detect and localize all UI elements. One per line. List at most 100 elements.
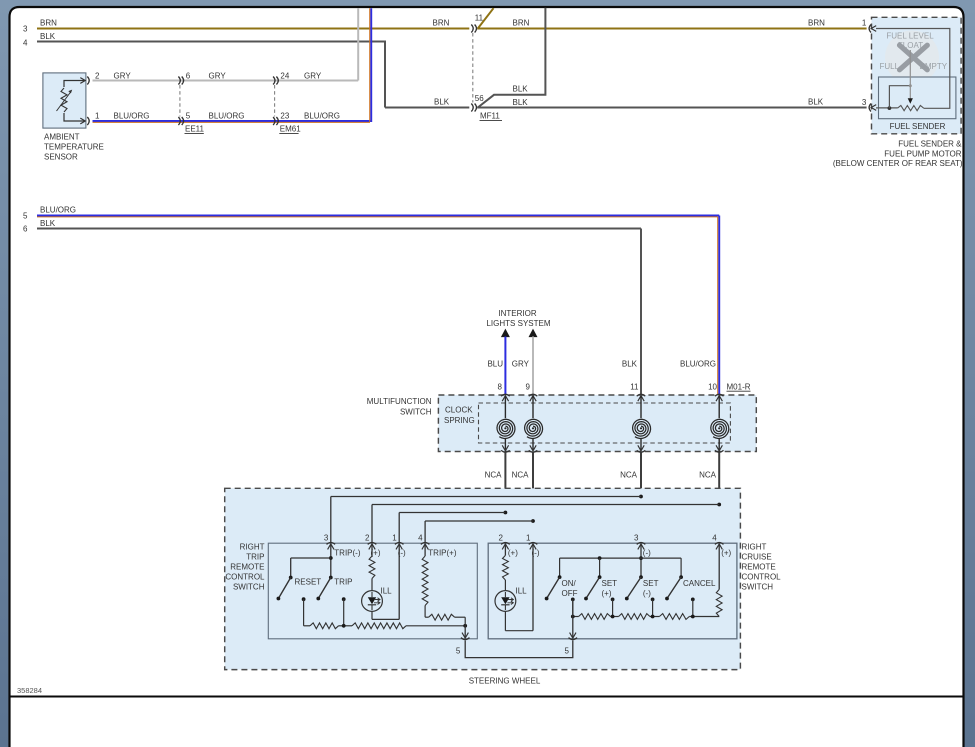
svg-text:(-): (-): [643, 549, 651, 558]
svg-text:FLOAT: FLOAT: [898, 41, 923, 50]
svg-text:BLK: BLK: [513, 98, 529, 107]
svg-text:REMOTE: REMOTE: [742, 563, 776, 572]
svg-text:SWITCH: SWITCH: [742, 583, 774, 592]
svg-text:MULTIFUNCTION: MULTIFUNCTION: [367, 397, 432, 406]
svg-text:3: 3: [634, 534, 639, 543]
svg-text:INTERIOR: INTERIOR: [498, 309, 536, 318]
svg-text:FUEL SENDER: FUEL SENDER: [890, 122, 946, 131]
svg-text:3: 3: [862, 98, 867, 107]
svg-text:5: 5: [23, 212, 28, 221]
svg-text:EE11: EE11: [185, 125, 205, 134]
svg-text:AMBIENT: AMBIENT: [44, 133, 80, 142]
svg-text:NCA: NCA: [485, 471, 503, 480]
svg-text:NCA: NCA: [512, 471, 530, 480]
svg-text:(BELOW CENTER OF REAR SEAT): (BELOW CENTER OF REAR SEAT): [833, 159, 963, 168]
svg-text:GRY: GRY: [304, 72, 322, 81]
svg-text:1: 1: [95, 112, 100, 121]
svg-text:1: 1: [392, 534, 397, 543]
svg-text:11: 11: [630, 382, 639, 391]
svg-text:CLOCK: CLOCK: [445, 406, 473, 415]
svg-text:REMOTE: REMOTE: [230, 563, 264, 572]
svg-text:FUEL LEVEL: FUEL LEVEL: [886, 31, 934, 40]
svg-text:56: 56: [475, 94, 484, 103]
svg-text:BRN: BRN: [513, 19, 530, 28]
svg-text:BRN: BRN: [40, 19, 57, 28]
svg-text:M01-R: M01-R: [727, 382, 751, 391]
svg-text:5: 5: [565, 646, 570, 655]
svg-text:FUEL SENDER &: FUEL SENDER &: [898, 139, 962, 148]
svg-text:BLU/ORG: BLU/ORG: [209, 112, 245, 121]
svg-text:BLU/ORG: BLU/ORG: [40, 206, 76, 215]
svg-text:BRN: BRN: [433, 19, 450, 28]
svg-text:23: 23: [280, 112, 289, 121]
svg-text:5: 5: [456, 646, 461, 655]
svg-text:BLK: BLK: [434, 98, 450, 107]
svg-text:SET: SET: [643, 579, 659, 588]
svg-text:CANCEL: CANCEL: [683, 579, 716, 588]
svg-text:NCA: NCA: [699, 471, 717, 480]
svg-text:9: 9: [526, 382, 531, 391]
svg-text:SENSOR: SENSOR: [44, 153, 78, 162]
svg-text:11: 11: [475, 14, 484, 23]
svg-text:6: 6: [186, 72, 191, 81]
svg-text:6: 6: [23, 225, 28, 234]
svg-text:FULL: FULL: [880, 62, 900, 71]
svg-text:1: 1: [862, 19, 867, 28]
svg-text:2: 2: [95, 72, 100, 81]
svg-text:ON/: ON/: [562, 579, 577, 588]
svg-text:(+): (+): [721, 549, 731, 558]
svg-text:TEMPERATURE: TEMPERATURE: [44, 143, 104, 152]
svg-text:EM61: EM61: [280, 125, 301, 134]
svg-text:GRY: GRY: [209, 72, 227, 81]
svg-text:BLU/ORG: BLU/ORG: [114, 112, 150, 121]
svg-text:BRN: BRN: [808, 19, 825, 28]
svg-text:SWITCH: SWITCH: [400, 408, 432, 417]
svg-text:BLU/ORG: BLU/ORG: [304, 112, 340, 121]
svg-text:10: 10: [708, 382, 717, 391]
svg-text:RESET: RESET: [295, 578, 322, 587]
svg-text:4: 4: [23, 39, 28, 48]
svg-text:GRY: GRY: [114, 72, 132, 81]
svg-text:24: 24: [280, 72, 289, 81]
svg-text:3: 3: [324, 534, 329, 543]
svg-text:4: 4: [418, 534, 423, 543]
svg-text:1: 1: [526, 534, 531, 543]
svg-text:(+): (+): [508, 549, 518, 558]
svg-text:(+): (+): [602, 589, 612, 598]
svg-text:TRIP: TRIP: [246, 553, 264, 562]
svg-text:BLK: BLK: [622, 360, 638, 369]
svg-text:BLK: BLK: [40, 32, 56, 41]
svg-text:BLU/ORG: BLU/ORG: [680, 360, 716, 369]
svg-text:TRIP: TRIP: [334, 578, 352, 587]
svg-text:ILL: ILL: [381, 587, 393, 596]
svg-text:ILL: ILL: [516, 587, 528, 596]
svg-text:RIGHT: RIGHT: [742, 543, 767, 552]
svg-text:2: 2: [498, 534, 503, 543]
svg-text:FUEL PUMP MOTOR: FUEL PUMP MOTOR: [884, 150, 961, 159]
svg-text:BLK: BLK: [40, 219, 56, 228]
svg-text:3: 3: [23, 25, 28, 34]
svg-text:SPRING: SPRING: [444, 416, 475, 425]
svg-text:SET: SET: [602, 579, 618, 588]
svg-text:CONTROL: CONTROL: [225, 573, 265, 582]
svg-text:OFF: OFF: [562, 589, 578, 598]
svg-text:2: 2: [365, 534, 370, 543]
svg-text:8: 8: [498, 382, 503, 391]
svg-text:BLK: BLK: [808, 98, 824, 107]
svg-text:BLK: BLK: [513, 85, 529, 94]
svg-text:NCA: NCA: [620, 471, 638, 480]
svg-text:CRUISE: CRUISE: [742, 553, 772, 562]
svg-text:TRIP(-): TRIP(-): [334, 549, 361, 558]
svg-text:SWITCH: SWITCH: [233, 583, 265, 592]
svg-text:STEERING WHEEL: STEERING WHEEL: [469, 677, 541, 686]
svg-text:(-): (-): [643, 589, 651, 598]
svg-text:358284: 358284: [17, 686, 42, 695]
svg-text:GRY: GRY: [512, 360, 530, 369]
svg-text:MF11: MF11: [480, 112, 500, 121]
svg-text:BLU: BLU: [487, 360, 503, 369]
svg-text:LIGHTS SYSTEM: LIGHTS SYSTEM: [486, 319, 550, 328]
svg-text:TRIP(+): TRIP(+): [428, 549, 457, 558]
svg-text:CONTROL: CONTROL: [742, 573, 782, 582]
svg-text:4: 4: [712, 534, 717, 543]
svg-text:RIGHT: RIGHT: [240, 543, 265, 552]
